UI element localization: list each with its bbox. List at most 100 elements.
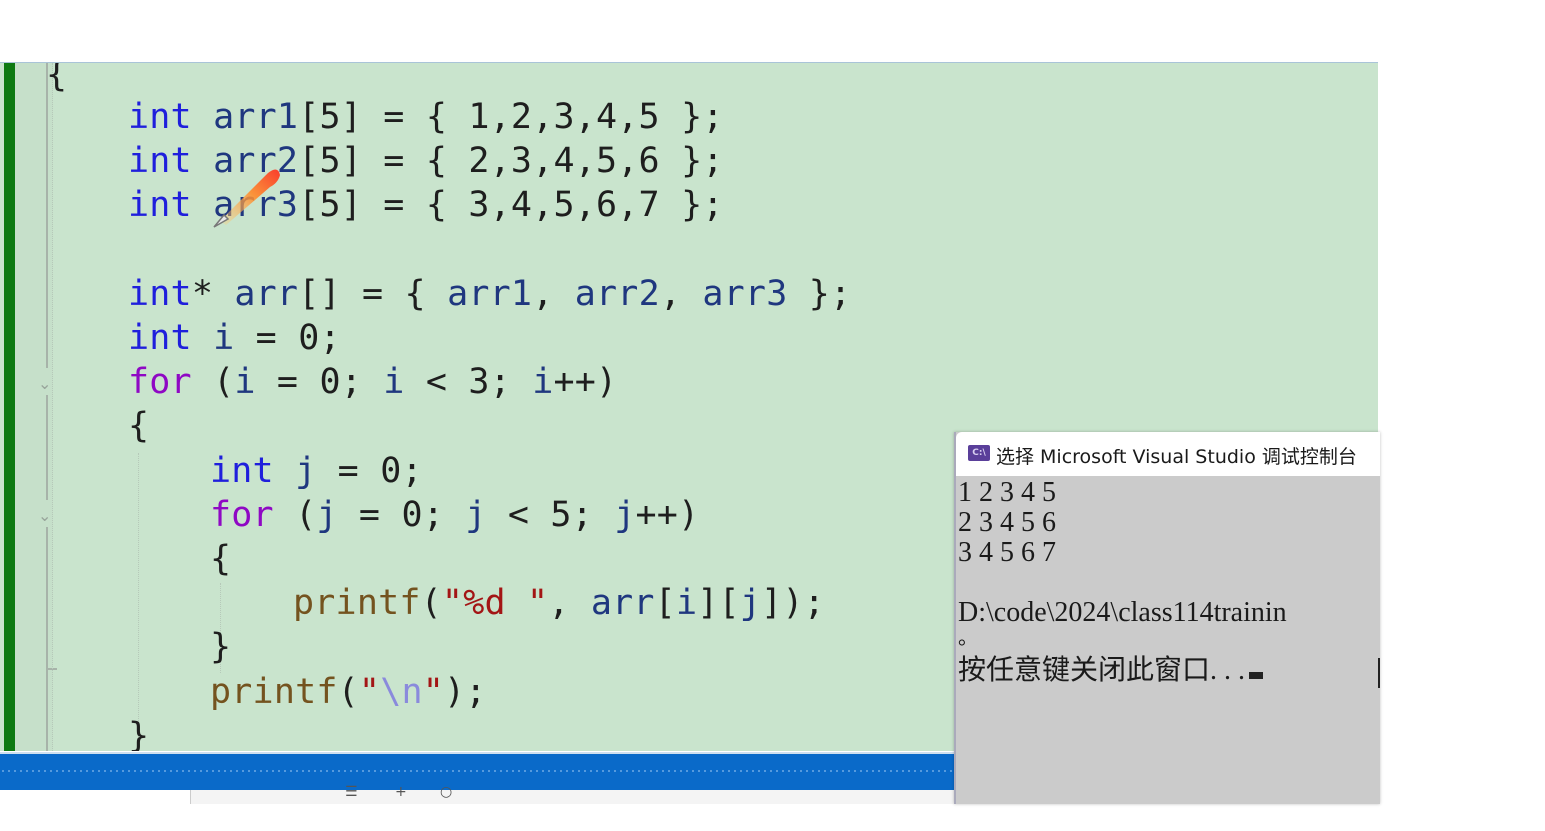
code-token: int [128,274,192,314]
fold-line [46,63,48,368]
code-token: int [128,141,192,181]
code-line[interactable]: { [46,62,68,97]
code-token: printf [210,672,338,712]
bottom-panel-strip: ☰ + ○ [0,784,954,804]
console-cursor [1249,672,1264,679]
console-exit-path: D:\code\2024\class114trainin [958,597,1287,628]
code-token: = 0; [255,362,384,402]
code-token: for [128,362,192,402]
code-token: { [210,539,232,579]
code-token: int [210,451,274,491]
code-token: [5] = { 2,3,4,5,6 }; [298,141,724,181]
code-token: ( [191,362,235,402]
code-token: ]); [761,583,825,623]
code-line[interactable]: } [128,714,149,751]
fold-line [46,395,48,500]
change-tracking-bar [4,63,15,751]
code-token: j [739,583,762,623]
code-token: for [210,495,274,535]
code-token: = 0; [316,451,423,491]
code-token: * [191,274,235,314]
bottom-panel-tab[interactable] [0,790,191,804]
code-token: i [234,362,256,402]
console-output-line: 1 2 3 4 5 [958,477,1056,508]
fold-line [46,527,48,751]
console-prompt: 按任意键关闭此窗口. . . [958,655,1246,686]
list-icon[interactable]: ☰ [345,784,358,800]
code-token: [ [654,583,676,623]
code-token: j [614,495,636,535]
code-token: i [675,583,698,623]
code-token: < 3; [404,362,533,402]
code-line[interactable]: } [210,625,231,669]
console-output[interactable]: 1 2 3 4 5 2 3 4 5 6 3 4 5 6 7 D:\code\20… [958,478,1380,804]
code-token: arr2 [574,274,660,314]
debug-console-window[interactable]: C:\ 选择 Microsoft Visual Studio 调试控制台 1 2… [954,432,1380,804]
code-token: " [422,672,445,712]
indent-guide [52,63,54,751]
code-token: i [213,318,235,358]
console-exit-tail: 。 [958,627,978,649]
code-token: , [532,274,575,314]
outlining-margin: ⌄ ⌄ [15,63,57,751]
annotation-pen-cursor-icon [213,169,280,228]
code-token: j [316,495,338,535]
code-token: ( [337,672,359,712]
code-token: arr1 [213,97,299,137]
code-line[interactable]: { [210,537,231,581]
code-token: , [548,583,591,623]
code-line[interactable]: printf("\n"); [210,670,487,714]
code-line[interactable]: int* arr[] = { arr1, arr2, arr3 }; [128,272,851,316]
code-token: "%d " [441,583,549,623]
code-token: j [295,451,317,491]
code-token: } [128,716,150,751]
code-token: arr [590,583,655,623]
console-prompt-line: 按任意键关闭此窗口. . . [958,655,1264,686]
code-token: ( [420,583,442,623]
console-title: 选择 Microsoft Visual Studio 调试控制台 [996,446,1357,468]
code-token: = 0; [234,318,341,358]
console-titlebar[interactable]: C:\ 选择 Microsoft Visual Studio 调试控制台 [956,432,1380,476]
code-token: [] = { [298,274,448,314]
console-app-icon: C:\ [968,445,990,461]
code-token: i [532,362,554,402]
status-bar [0,752,954,792]
code-token: ); [444,672,487,712]
code-token: } [210,627,232,667]
code-line[interactable]: for (i = 0; i < 3; i++) [128,360,617,404]
code-token: { [128,406,150,446]
code-token: ++) [635,495,700,535]
code-token: \n [380,672,423,712]
indent-guide [138,453,140,751]
code-token: ++) [553,362,618,402]
add-icon[interactable]: + [395,784,407,800]
code-token: [5] = { 1,2,3,4,5 }; [298,97,724,137]
code-token: ][ [697,583,740,623]
code-token: , [659,274,703,314]
console-output-line: 2 3 4 5 6 [958,507,1056,538]
code-token: int [128,318,192,358]
code-line[interactable]: { [128,404,149,448]
code-token: int [128,185,192,225]
code-token: [5] = { 3,4,5,6,7 }; [298,185,724,225]
code-token: { [46,62,68,95]
code-token: printf [293,583,421,623]
code-token: j [465,495,487,535]
code-line[interactable]: int arr1[5] = { 1,2,3,4,5 }; [128,95,724,139]
code-token: arr1 [447,274,533,314]
code-line[interactable]: for (j = 0; j < 5; j++) [210,493,699,537]
code-token: ( [273,495,317,535]
code-token: int [128,97,192,137]
code-token: }; [787,274,852,314]
code-line[interactable]: int j = 0; [210,449,423,493]
code-token: < 5; [486,495,615,535]
search-icon[interactable]: ○ [440,784,452,800]
code-line[interactable]: int i = 0; [128,316,341,360]
code-token: i [383,362,405,402]
code-token: " [358,672,381,712]
code-line[interactable]: printf("%d ", arr[i][j]); [293,581,825,625]
code-token: arr [234,274,299,314]
